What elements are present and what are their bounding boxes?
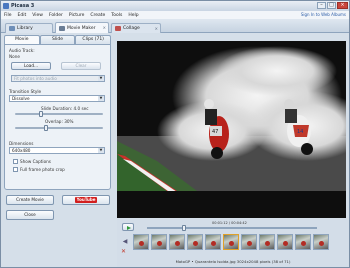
movie-settings-panel: Movie Slide Clips (71) Audio Track: None…	[4, 35, 112, 265]
close-window-button[interactable]: ×	[337, 2, 348, 9]
tab-collage-label: Collage	[123, 26, 140, 31]
slide-duration-thumb[interactable]	[39, 111, 44, 117]
show-captions-label: Show Captions	[20, 159, 51, 164]
transition-style-label: Transition Style	[9, 89, 42, 94]
tab-library-label: Library	[17, 26, 33, 31]
tab-collage[interactable]: Collage ×	[111, 23, 161, 33]
library-icon	[9, 26, 15, 31]
movie-tab-body: Audio Track: None Load... Clear Fit phot…	[4, 44, 111, 190]
dimensions-value: 640x480	[12, 148, 31, 153]
svg-text:47: 47	[212, 129, 218, 135]
menu-picture[interactable]: Picture	[69, 13, 84, 18]
clip-thumbnail[interactable]	[259, 234, 275, 250]
clip-thumbnail[interactable]	[277, 234, 293, 250]
full-frame-label: Full frame photo crop	[20, 167, 65, 172]
chevron-down-icon: ▼	[98, 76, 104, 81]
window-controls: – □ ×	[317, 2, 348, 9]
clear-audio-button[interactable]: Clear	[61, 62, 101, 70]
svg-text:14: 14	[297, 129, 303, 135]
film-icon	[59, 25, 65, 31]
clip-strip	[117, 234, 349, 254]
load-audio-button[interactable]: Load...	[11, 62, 51, 70]
clip-thumbnail[interactable]	[295, 234, 311, 250]
dimensions-select[interactable]: 640x480 ▼	[9, 147, 105, 154]
menu-help[interactable]: Help	[128, 13, 138, 18]
motorcycle-race-photo: 47 14	[117, 41, 346, 218]
menu-view[interactable]: View	[32, 13, 43, 18]
show-captions-checkbox[interactable]	[13, 159, 18, 164]
tab-slide[interactable]: Slide	[39, 35, 76, 44]
clip-thumbnail[interactable]	[151, 234, 167, 250]
overlap-label: Overlap: 30%	[45, 119, 74, 124]
timeline-thumb[interactable]	[182, 225, 187, 231]
menu-file[interactable]: File	[4, 13, 12, 18]
collage-icon	[115, 26, 121, 31]
sign-in-link[interactable]: Sign In to Web Albums	[301, 12, 346, 17]
close-button[interactable]: Close	[6, 210, 54, 220]
tab-clips[interactable]: Clips (71)	[75, 35, 112, 44]
overlap-thumb[interactable]	[43, 125, 48, 131]
tab-movie-maker-label: Movie Maker	[67, 25, 96, 31]
transition-style-select[interactable]: Dissolve ▼	[9, 95, 105, 102]
menu-create[interactable]: Create	[90, 13, 105, 18]
audio-none-label: None	[9, 54, 20, 59]
clip-thumbnail-selected[interactable]	[223, 234, 239, 250]
dimensions-label: Dimensions	[9, 141, 34, 146]
close-tab-icon[interactable]: ×	[103, 25, 106, 30]
clip-thumbnail[interactable]	[313, 234, 329, 250]
clip-thumbnail[interactable]	[133, 234, 149, 250]
status-bar: MotoGP • Quarantelo Isolda.jpg 3024x2048…	[175, 259, 291, 264]
menu-tools[interactable]: Tools	[111, 13, 122, 18]
slide-duration-label: Slide Duration: 4.0 sec	[41, 106, 89, 111]
duration-readout: 00:01:12 / 00:04:42	[212, 221, 247, 225]
audio-option-select[interactable]: Fit photos into audio ▼	[11, 75, 105, 82]
tab-library[interactable]: Library	[5, 23, 53, 33]
timeline-slider[interactable]	[147, 225, 317, 231]
transition-style-value: Dissolve	[12, 96, 30, 101]
full-frame-checkbox[interactable]	[13, 167, 18, 172]
maximize-button[interactable]: □	[327, 2, 336, 9]
menu-folder[interactable]: Folder	[49, 13, 63, 18]
app-window: Picasa 3 – □ × File Edit View Folder Pic…	[0, 0, 350, 268]
minimize-button[interactable]: –	[317, 2, 326, 9]
play-button[interactable]	[122, 223, 134, 231]
overlap-slider[interactable]	[15, 125, 103, 131]
tab-movie[interactable]: Movie	[4, 35, 40, 44]
tab-movie-maker[interactable]: Movie Maker ×	[55, 22, 109, 33]
movie-preview: 47 14	[117, 41, 346, 218]
menu-bar: File Edit View Folder Picture Create Too…	[1, 11, 349, 19]
menu-edit[interactable]: Edit	[18, 13, 27, 18]
settings-tabs: Movie Slide Clips (71)	[4, 35, 112, 44]
remove-clip-icon[interactable]: ✕	[121, 248, 126, 255]
clip-thumbnail[interactable]	[169, 234, 185, 250]
chevron-down-icon: ▼	[98, 148, 104, 153]
youtube-icon: YouTube	[74, 197, 98, 203]
title-bar: Picasa 3 – □ ×	[1, 1, 349, 11]
youtube-upload-button[interactable]: YouTube	[62, 195, 110, 205]
clip-thumbnail[interactable]	[241, 234, 257, 250]
app-tabs: Library Movie Maker × Collage ×	[1, 19, 349, 33]
audio-track-label: Audio Track:	[9, 48, 35, 53]
slide-duration-slider[interactable]	[15, 111, 103, 117]
window-title: Picasa 3	[11, 3, 35, 9]
timeline-area: 00:01:12 / 00:04:42 ◀ ✕ MotoGP • Quarant…	[117, 219, 349, 267]
clip-thumbnail[interactable]	[187, 234, 203, 250]
picasa-icon	[3, 3, 9, 9]
close-tab-icon[interactable]: ×	[155, 26, 158, 31]
chevron-down-icon: ▼	[98, 96, 104, 101]
audio-option-value: Fit photos into audio	[14, 76, 57, 81]
create-movie-button[interactable]: Create Movie	[6, 195, 54, 205]
clip-thumbnail[interactable]	[205, 234, 221, 250]
